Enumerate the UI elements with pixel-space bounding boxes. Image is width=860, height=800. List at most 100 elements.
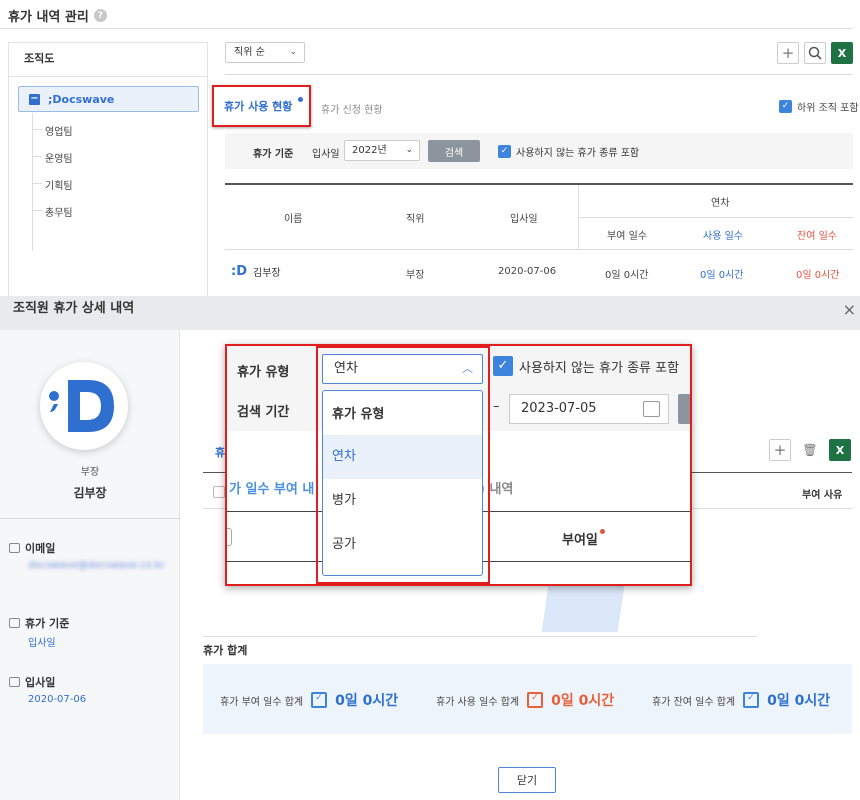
- profile-position: 부장: [80, 467, 100, 478]
- calendar-check-icon: [527, 692, 544, 708]
- calendar-icon: [9, 677, 20, 687]
- row-checkbox[interactable]: [227, 528, 232, 546]
- col-header-grant-reason: 부여 사유: [802, 490, 843, 501]
- summary-box: 휴가 부여 일수 합계 0일 0시간 휴가 사용 일수 합계 0일 0시간 휴가…: [203, 664, 852, 734]
- row-position: 부장: [406, 270, 425, 281]
- join-label-text: 입사일: [25, 676, 56, 689]
- detail-tab-partial[interactable]: 휴: [215, 444, 225, 460]
- include-sub-org-label: 하위 조직 포함: [797, 103, 859, 114]
- checkbox-checked-icon: ✓: [498, 145, 511, 158]
- excel-icon: X: [837, 46, 847, 60]
- include-unused-label: 사용하지 않는 휴가 종류 포함: [516, 148, 640, 159]
- table-row[interactable]: :D 김부장: [231, 264, 281, 279]
- email-label-text: 이메일: [25, 542, 56, 555]
- year-select-value: 2022년: [352, 145, 387, 156]
- period-end-value: 2023-07-05: [521, 401, 597, 416]
- tab-usage-label: 휴가 사용 현황: [224, 100, 293, 113]
- profile-name: 김부장: [73, 486, 107, 500]
- table-header-bottom: [225, 249, 853, 250]
- add-button[interactable]: +: [777, 42, 799, 64]
- include-unused-checkbox[interactable]: ✓ 사용하지 않는 휴가 종류 포함: [498, 144, 639, 159]
- dropdown-option-sick[interactable]: 병가: [323, 479, 482, 523]
- search-period-label: 검색 기간: [237, 405, 290, 420]
- search-button[interactable]: 검색: [428, 140, 480, 162]
- row-remaining: 0일 0시간: [796, 270, 840, 281]
- search-button[interactable]: [804, 42, 826, 64]
- summary-remaining: 휴가 잔여 일수 합계 0일 0시간: [652, 690, 830, 710]
- toolbar-divider: [225, 74, 853, 75]
- vacation-type-dropdown: 휴가 유형 연차 병가 공가: [322, 390, 483, 576]
- col-header-grant-date: 부여일: [562, 529, 605, 548]
- table-top-border: [225, 183, 853, 185]
- org-team-item[interactable]: 기획팀: [32, 177, 73, 192]
- include-unused-checkbox[interactable]: ✓ 사용하지 않는 휴가 종류 포함: [493, 356, 679, 376]
- chevron-down-icon: ⌄: [405, 145, 413, 155]
- help-icon[interactable]: ?: [93, 9, 107, 22]
- basis-value: 입사일: [312, 149, 340, 160]
- checkbox-checked-icon: ✓: [493, 356, 513, 376]
- org-team-item[interactable]: 영업팀: [32, 123, 73, 138]
- org-team-item[interactable]: 총무팀: [32, 204, 73, 219]
- excel-icon: X: [835, 443, 845, 457]
- tab-vacation-usage[interactable]: 휴가 사용 현황: [212, 85, 311, 127]
- page-title: 휴가 내역 관리 ?: [8, 6, 107, 25]
- calendar-check-icon: [743, 692, 760, 708]
- table-sub-divider: [579, 217, 853, 218]
- email-label: 이메일: [9, 540, 55, 556]
- calendar-icon[interactable]: [643, 401, 660, 417]
- sort-select[interactable]: 직위 순 ⌄: [225, 42, 305, 63]
- select-all-checkbox[interactable]: [213, 486, 225, 498]
- period-end-input[interactable]: 2023-07-05: [509, 394, 669, 424]
- dropdown-option-annual[interactable]: 연차: [323, 435, 482, 479]
- delete-button[interactable]: 🗑: [799, 439, 821, 461]
- basis-label: 휴가 기준: [253, 149, 294, 160]
- dropdown-option-public[interactable]: 공가: [323, 523, 482, 567]
- grant-date-label: 부여일: [562, 533, 598, 548]
- col-header-remaining: 잔여 일수: [797, 231, 837, 242]
- plus-icon: +: [781, 44, 795, 62]
- mail-icon: [9, 543, 20, 553]
- year-select[interactable]: 2022년 ⌄: [344, 140, 420, 161]
- close-icon[interactable]: ×: [843, 300, 856, 319]
- search-button[interactable]: [678, 394, 690, 424]
- dropdown-header: 휴가 유형: [332, 407, 385, 422]
- filter-bar: 휴가 기준 입사일 2022년 ⌄ 검색 ✓ 사용하지 않는 휴가 종류 포함: [225, 133, 853, 169]
- join-value: 2020-07-06: [28, 694, 87, 705]
- title-divider: [0, 28, 852, 29]
- grant-history-tab-partial[interactable]: 가 일수 부여 내: [229, 478, 314, 497]
- summary-title: 휴가 합계: [203, 644, 248, 657]
- plus-icon: +: [773, 441, 787, 459]
- docswave-logo-icon: :D: [231, 264, 247, 279]
- docswave-logo-icon: [49, 380, 114, 432]
- row-join: 2020-07-06: [498, 266, 557, 277]
- tab-vacation-request[interactable]: 휴가 신청 현황: [321, 101, 383, 116]
- row-used: 0일 0시간: [700, 270, 744, 281]
- org-team-item[interactable]: 운영팀: [32, 150, 73, 165]
- calendar-icon: [9, 618, 20, 628]
- empty-state-illustration: [541, 586, 625, 632]
- col-header-used: 사용 일수: [703, 231, 743, 242]
- summary-used-value: 0일 0시간: [551, 693, 615, 709]
- include-sub-org-checkbox[interactable]: ✓ 하위 조직 포함: [779, 99, 859, 114]
- close-button[interactable]: 닫기: [498, 767, 556, 793]
- add-button[interactable]: +: [769, 439, 791, 461]
- vacation-detail-modal: 조직원 휴가 상세 내역 × 부장 김부장 이메일 docswave@docsw…: [0, 296, 860, 800]
- email-value: docswave@docswave.co.kr: [28, 560, 165, 571]
- page-title-text: 휴가 내역 관리: [8, 10, 89, 25]
- join-label: 입사일: [9, 674, 55, 690]
- tree-line: [32, 113, 33, 251]
- empty-state-divider: [203, 636, 757, 637]
- sidebar-divider: [0, 518, 180, 519]
- col-header-name: 이름: [284, 214, 303, 225]
- excel-export-button[interactable]: X: [829, 439, 851, 461]
- excel-export-button[interactable]: X: [831, 42, 853, 64]
- summary-remaining-value: 0일 0시간: [767, 693, 831, 709]
- col-header-join: 입사일: [510, 214, 538, 225]
- org-root-node[interactable]: − ;Docswave: [18, 86, 199, 112]
- col-header-position: 직위: [406, 214, 425, 225]
- required-dot-icon: [599, 529, 605, 534]
- basis-label: 휴가 기준: [9, 615, 69, 631]
- collapse-icon[interactable]: −: [29, 93, 40, 105]
- checkbox-checked-icon: ✓: [779, 100, 792, 113]
- summary-granted-label: 휴가 부여 일수 합계: [220, 696, 304, 708]
